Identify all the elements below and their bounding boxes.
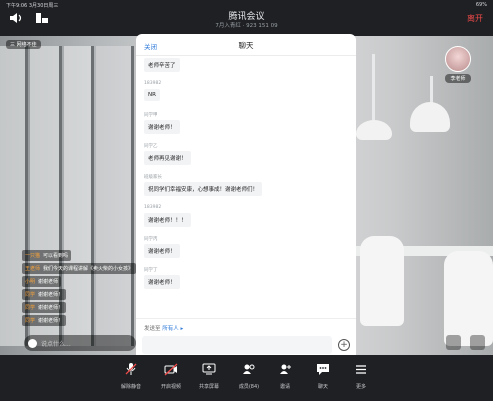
chair [360, 236, 404, 326]
chat-message: 老师辛苦了 [144, 56, 356, 79]
chat-bubble: NR [144, 89, 160, 101]
say-something-input[interactable]: 说点什么... [24, 335, 136, 351]
members-button[interactable]: 成员(84) [229, 361, 269, 390]
participant-avatar[interactable]: 李老师 [445, 46, 471, 83]
chat-bubble: 老师再见谢谢！ [144, 151, 191, 165]
status-time: 下午9:06 3月30日周三 [6, 3, 59, 9]
camera-off-icon [164, 363, 178, 376]
chat-message: 同学乙 老师再见谢谢！ [144, 141, 356, 172]
danmaku-list: 一只猫 可以看到吗 王老师 我们今天的课程讲解《卖火柴的小女孩》 小明 谢谢老师 同学… [22, 249, 142, 327]
chat-sender: 183982 [144, 81, 162, 86]
chat-input[interactable] [142, 336, 332, 354]
chat-sender: 班级家长 [144, 175, 162, 180]
avatar [445, 46, 471, 72]
chat-sender: 同学丙 [144, 237, 158, 242]
chat-message: 183982 NR [144, 79, 356, 110]
chat-bubble: 谢谢老师！ [144, 244, 180, 258]
pin-icon[interactable] [446, 335, 461, 350]
chat-sender: 183982 [144, 205, 162, 210]
more-icon [356, 365, 366, 374]
chat-bubble: 谢谢老师！ [144, 120, 180, 134]
invite-button[interactable]: 邀请 [265, 361, 305, 390]
chat-button[interactable]: 聊天 [303, 361, 343, 390]
danmaku-item: 同学 谢谢老师！ [22, 288, 142, 300]
chat-title: 聊天 [238, 41, 254, 50]
chat-message: 同学甲 谢谢老师！ [144, 110, 356, 141]
like-icon[interactable] [470, 335, 485, 350]
share-screen-icon [202, 363, 216, 375]
chat-sender: 同学乙 [144, 144, 158, 149]
send-to-target[interactable]: 所有人 ▸ [162, 326, 183, 332]
chat-bubble: 老师辛苦了 [144, 58, 180, 72]
lamp-shade [410, 102, 450, 132]
toolbar-label: 解除静音 [120, 384, 141, 390]
chat-header: 关闭 聊天 [136, 34, 356, 56]
toolbar-label: 共享屏幕 [198, 384, 219, 390]
danmaku-item: 同学 谢谢老师！ [22, 314, 142, 326]
emoji-icon [28, 338, 37, 348]
chat-sender: 同学甲 [144, 113, 158, 118]
toolbar-label: 开启视频 [160, 384, 181, 390]
mic-muted-icon [125, 363, 137, 375]
share-screen-button[interactable]: 共享屏幕 [189, 361, 229, 390]
chat-panel: 关闭 聊天 老师辛苦了 183982 NR 同学甲 谢谢老师！ 同学乙 老师再见… [136, 34, 356, 364]
chat-message: 同学丙 谢谢老师！ [144, 234, 356, 265]
chat-bubble: 祝同学们幸福安康，心想事成！谢谢老师们！ [144, 182, 263, 196]
send-to-selector[interactable]: 发送至 所有人 ▸ [144, 324, 183, 332]
chat-sender: 同学丁 [144, 268, 158, 273]
toolbar-label: 成员(84) [238, 384, 260, 390]
chat-message: 同学丁 谢谢老师！ [144, 265, 356, 296]
invite-icon [280, 364, 291, 374]
chat-icon [317, 364, 329, 375]
meeting-subtitle: 7月入青红 · 923 151 09 [215, 23, 278, 29]
chat-message: 183982 谢谢老师！！！ [144, 203, 356, 234]
toolbar-label: 邀请 [279, 384, 290, 390]
danmaku-item: 同学 谢谢老师！ [22, 301, 142, 313]
chat-message-list[interactable]: 老师辛苦了 183982 NR 同学甲 谢谢老师！ 同学乙 老师再见谢谢！ 班级… [136, 56, 356, 318]
avatar-name: 李老师 [445, 74, 471, 83]
toolbar-label: 更多 [355, 384, 366, 390]
network-badge: 三 网络不佳 [6, 40, 41, 49]
toolbar-label: 聊天 [317, 384, 328, 390]
status-battery: 69% [475, 2, 487, 8]
lamp-shade [356, 120, 392, 140]
chat-bubble: 谢谢老师！ [144, 275, 180, 289]
danmaku-item: 一只猫 可以看到吗 [22, 249, 142, 261]
chat-bubble: 谢谢老师！！！ [144, 213, 191, 227]
chat-message: 班级家长 祝同学们幸福安康，心想事成！谢谢老师们！ [144, 172, 356, 203]
danmaku-item: 王老师 我们今天的课程讲解《卖火柴的小女孩》 [22, 262, 142, 274]
meeting-header: 下午9:06 3月30日周三 69% 腾讯会议 7月入青红 · 923 151 … [0, 0, 493, 36]
leave-button[interactable]: 离开 [467, 13, 483, 24]
more-button[interactable]: 更多 [341, 361, 381, 390]
unmute-button[interactable]: 解除静音 [111, 361, 151, 390]
start-video-button[interactable]: 开启视频 [151, 361, 191, 390]
members-icon [243, 364, 255, 374]
chair [444, 251, 493, 346]
danmaku-item: 小明 谢谢老师 [22, 275, 142, 287]
lamp-arm [372, 54, 375, 124]
add-icon[interactable]: + [338, 339, 350, 351]
bottom-toolbar: 解除静音 开启视频 共享屏幕 成员(84) 邀请 聊天 更多 [0, 355, 493, 401]
